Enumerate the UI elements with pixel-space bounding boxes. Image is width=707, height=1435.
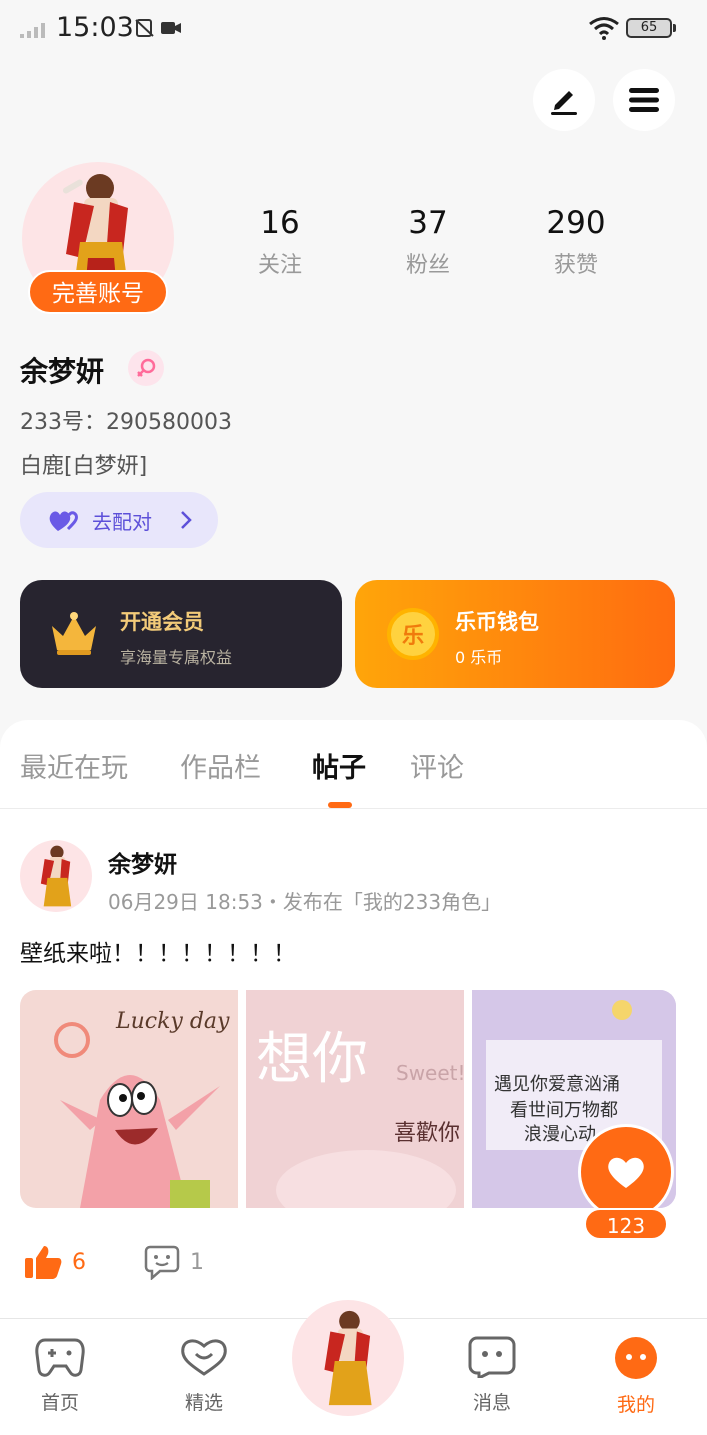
- pen-icon: [551, 91, 577, 115]
- coin-glyph: 乐: [401, 624, 424, 649]
- likes-stat[interactable]: 290 获赞: [516, 205, 636, 279]
- image-3-line-3: 浪漫心动: [524, 1124, 596, 1145]
- no-sim-icon: [135, 19, 154, 37]
- post-like-count: 6: [72, 1249, 86, 1275]
- image-3-line-1: 遇见你爱意汹涌: [494, 1074, 620, 1095]
- nav-home[interactable]: 首页: [15, 1336, 105, 1415]
- hamburger-icon: [629, 88, 659, 112]
- post-meta: 06月29日 18:53・发布在「我的233角色」: [108, 890, 502, 914]
- tab-recently-played[interactable]: 最近在玩: [20, 746, 128, 785]
- status-bar: 15:03 65: [0, 0, 707, 58]
- image-3-line-2: 看世间万物都: [510, 1100, 618, 1121]
- female-icon: [128, 350, 164, 386]
- thumbs-up-icon: [25, 1246, 62, 1279]
- chevron-right-icon: [181, 511, 192, 529]
- heart-icon: [608, 1157, 644, 1188]
- me-icon: [615, 1337, 657, 1379]
- post-like-button[interactable]: 6: [24, 1244, 86, 1280]
- fans-stat[interactable]: 37 粉丝: [368, 205, 488, 279]
- heart-chat-icon: [181, 1339, 227, 1376]
- nav-featured[interactable]: 精选: [159, 1336, 249, 1415]
- like-fab-count: 123: [584, 1208, 668, 1240]
- vip-card[interactable]: 开通会员 享海量专属权益: [20, 580, 342, 688]
- pair-label: 去配对: [92, 509, 152, 534]
- image-1-caption: Lucky day: [115, 1009, 230, 1034]
- likes-received-count: 290: [546, 205, 606, 241]
- following-label: 关注: [257, 253, 302, 278]
- likes-received-label: 获赞: [553, 253, 598, 278]
- nav-me[interactable]: 我的: [591, 1336, 681, 1417]
- post-author-avatar[interactable]: [20, 840, 92, 912]
- video-icon: [161, 22, 181, 34]
- post-image-2[interactable]: 想你 Sweet! 喜歡你: [246, 990, 464, 1208]
- wifi-icon: [589, 17, 619, 40]
- gamepad-icon: [35, 1338, 85, 1377]
- wallet-card[interactable]: 乐 乐币钱包 0 乐币: [355, 580, 675, 688]
- wallet-balance: 0 乐币: [455, 648, 503, 667]
- nav-home-label: 首页: [40, 1392, 79, 1414]
- post-comment-count: 1: [190, 1249, 204, 1275]
- avatar-character-image: [324, 1310, 372, 1406]
- tab-works[interactable]: 作品栏: [180, 746, 261, 785]
- status-time: 15:03: [56, 12, 134, 43]
- following-count: 16: [260, 205, 300, 241]
- nav-featured-label: 精选: [184, 1392, 223, 1414]
- nav-messages[interactable]: 消息: [447, 1336, 537, 1415]
- post-text[interactable]: 壁纸来啦！！！！！！！！: [20, 934, 296, 968]
- image-2-caption: 想你: [256, 1027, 368, 1092]
- pair-button[interactable]: 去配对: [20, 492, 218, 548]
- post-image-1[interactable]: Lucky day: [20, 990, 238, 1208]
- coin-icon: 乐: [387, 608, 439, 660]
- post-comment-button[interactable]: 1: [144, 1244, 204, 1280]
- tab-posts[interactable]: 帖子: [312, 746, 366, 785]
- fans-label: 粉丝: [405, 253, 450, 278]
- like-fab-button[interactable]: [578, 1124, 674, 1220]
- user-id: 233号：290580003: [20, 410, 232, 435]
- nav-messages-label: 消息: [472, 1392, 511, 1414]
- tab-comments[interactable]: 评论: [410, 746, 464, 785]
- profile-bio: 白鹿[白梦妍]: [20, 454, 148, 479]
- nav-me-label: 我的: [616, 1394, 655, 1416]
- divider: [0, 808, 707, 809]
- message-icon: [468, 1336, 516, 1381]
- signal-icon: [20, 23, 45, 38]
- wallet-title: 乐币钱包: [455, 610, 539, 634]
- patrick-star-image: Lucky day: [54, 1009, 230, 1208]
- edit-button[interactable]: [533, 69, 595, 131]
- vip-title: 开通会员: [120, 610, 204, 634]
- complete-account-button[interactable]: 完善账号: [28, 270, 168, 314]
- following-stat[interactable]: 16 关注: [220, 205, 340, 279]
- fans-count: 37: [408, 205, 448, 241]
- comment-icon: [144, 1245, 180, 1280]
- crown-icon: [52, 612, 96, 655]
- image-2-extra: Sweet!: [396, 1061, 464, 1085]
- battery-level: 65: [626, 18, 672, 38]
- double-heart-icon: [49, 511, 78, 531]
- post-author-name[interactable]: 余梦妍: [108, 845, 177, 879]
- nav-center-avatar[interactable]: [292, 1300, 404, 1416]
- miss-you-wallpaper-image: 想你 Sweet! 喜歡你: [246, 990, 464, 1208]
- image-2-sub: 喜歡你: [394, 1121, 460, 1146]
- profile-name: 余梦妍: [20, 355, 105, 388]
- battery-icon: 65: [626, 18, 676, 40]
- menu-button[interactable]: [613, 69, 675, 131]
- avatar-character-image: [40, 845, 72, 907]
- vip-subtitle: 享海量专属权益: [120, 648, 233, 667]
